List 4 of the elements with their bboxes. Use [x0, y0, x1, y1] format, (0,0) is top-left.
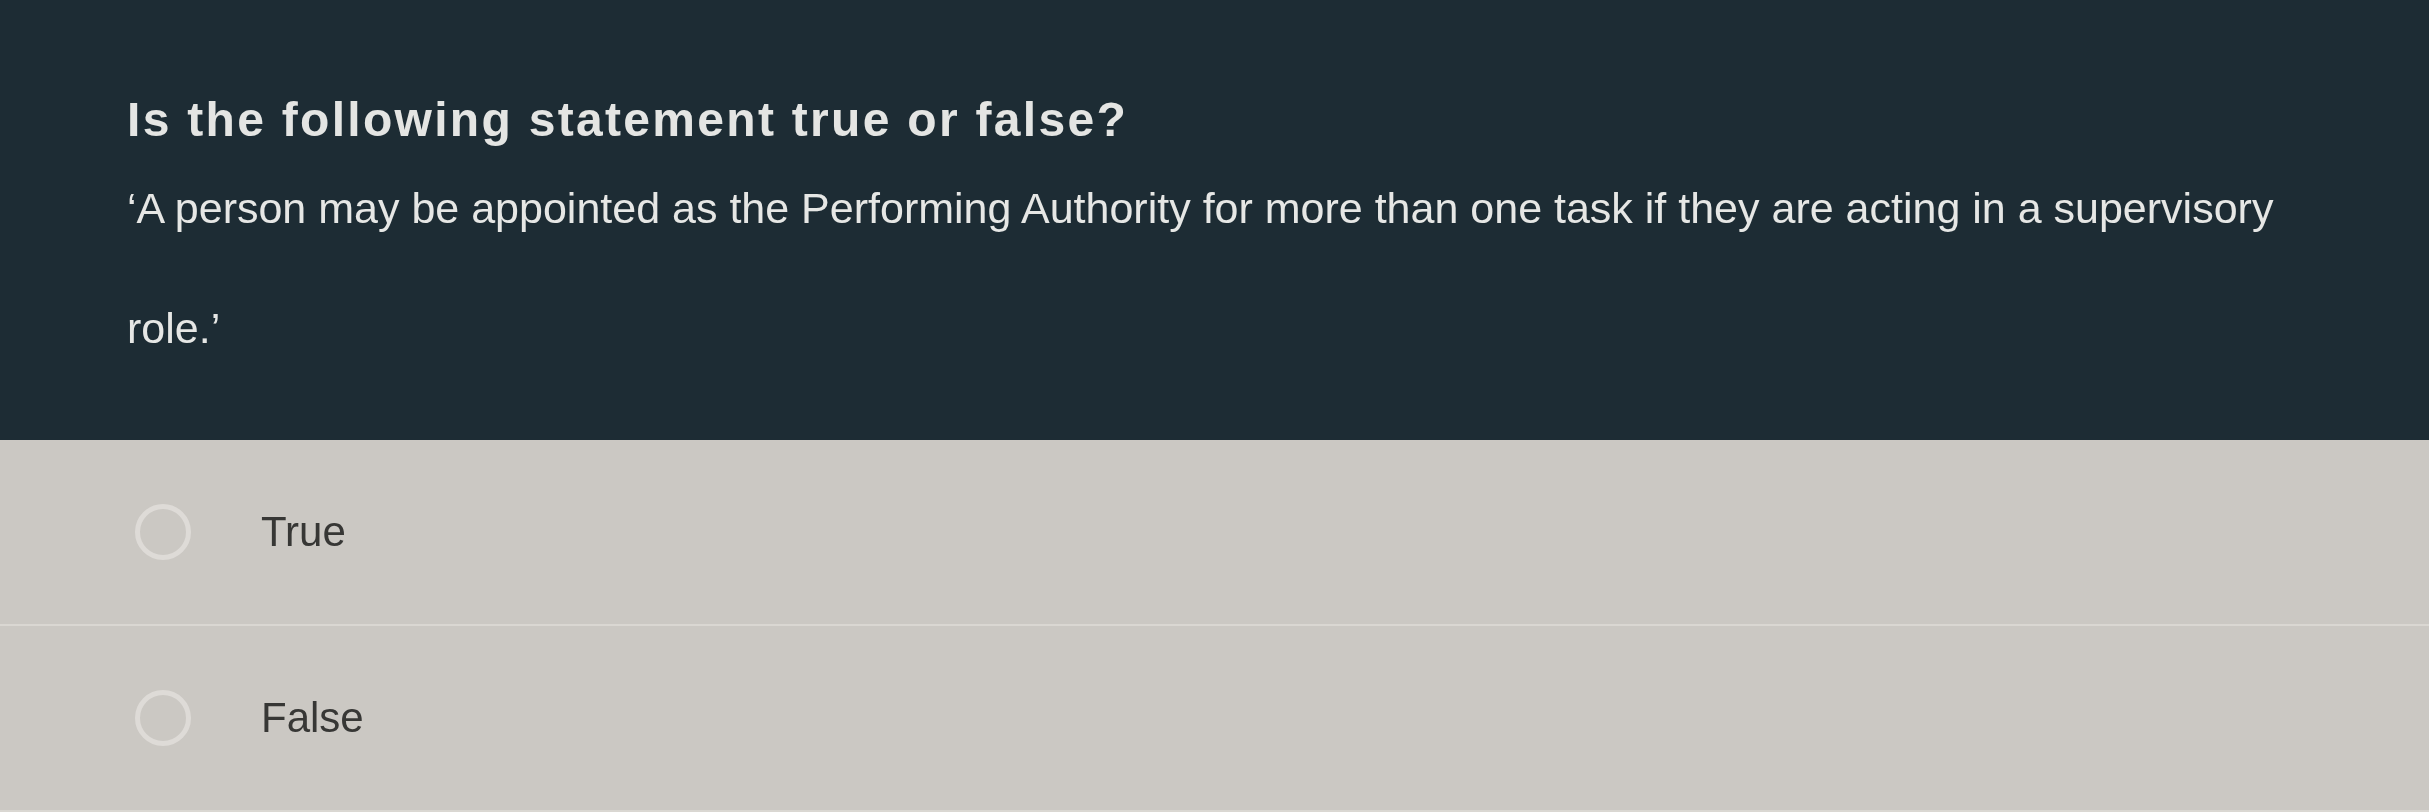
- option-label[interactable]: False: [261, 693, 364, 743]
- question-statement: ‘A person may be appointed as the Performing Authority for more than one task if they are acting in a supervisory role.’: [127, 183, 2275, 354]
- option-label[interactable]: True: [261, 507, 346, 557]
- question-title: Is the following statement true or false?: [127, 92, 1129, 148]
